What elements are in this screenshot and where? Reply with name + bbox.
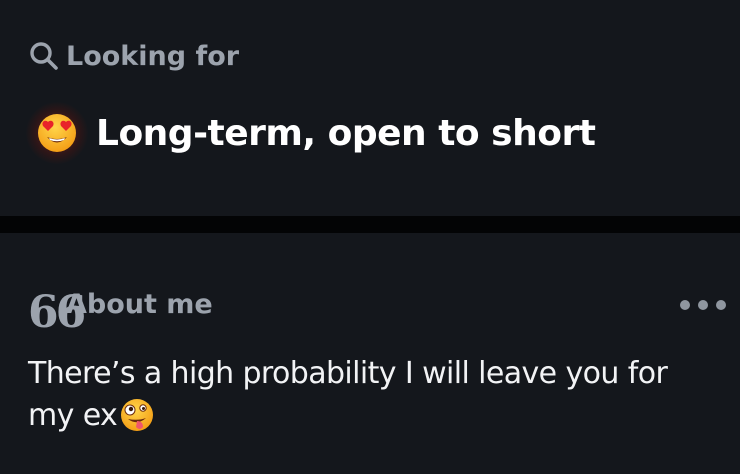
looking-for-header: Looking for: [28, 36, 239, 76]
profile-page: Looking for Long-term, open to short 66 …: [0, 0, 740, 474]
looking-for-card: Looking for Long-term, open to short: [0, 0, 740, 216]
looking-for-value: Long-term, open to short: [96, 112, 596, 154]
about-me-card: 66 About me There’s a high probability I…: [0, 233, 740, 474]
zany-face-emoji-icon: [119, 397, 155, 433]
about-me-heading: About me: [66, 288, 213, 320]
heart-eyes-emoji-icon: [26, 102, 88, 164]
about-me-header: 66 About me: [28, 284, 213, 338]
looking-for-value-row: Long-term, open to short: [26, 102, 596, 164]
more-options-icon: [680, 300, 690, 310]
search-icon: [28, 38, 66, 74]
looking-for-heading: Looking for: [66, 40, 240, 72]
more-options-button[interactable]: [680, 295, 726, 315]
quote-icon: 66: [28, 287, 86, 338]
about-me-text: There’s a high probability I will leave …: [28, 353, 708, 437]
